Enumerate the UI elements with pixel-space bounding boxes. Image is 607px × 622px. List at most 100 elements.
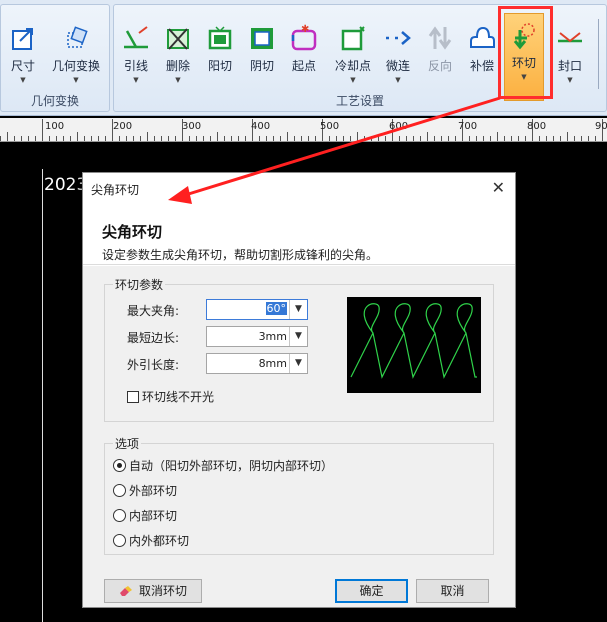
ruler-tick [371, 136, 372, 141]
ruler-tick [539, 136, 540, 141]
dialog-titlebar[interactable]: 尖角环切 ✕ [83, 173, 515, 203]
outer-cut-label: 阳切 [207, 59, 232, 73]
ruler-tick [273, 136, 274, 141]
ruler-tick [84, 136, 85, 141]
option-outer[interactable]: 外部环切 [113, 482, 177, 500]
options-group: 选项 自动（阳切外部环切，阴切内部环切） 外部环切 内部环切 内外都环切 [104, 435, 494, 555]
ruler-tick [7, 132, 8, 141]
delete-button[interactable]: 删除 ▼ [158, 17, 198, 89]
ruler-label: 900 [595, 121, 607, 132]
max-angle-combo[interactable]: 60° ▼ [206, 299, 308, 320]
min-edge-value: 3mm [258, 330, 287, 343]
close-icon[interactable]: ✕ [492, 178, 505, 197]
ruler-tick [203, 136, 204, 141]
ruler-tick [119, 136, 120, 141]
loop-params-legend: 环切参数 [113, 276, 166, 293]
ruler-label: 300 [182, 121, 202, 132]
ruler-tick [70, 136, 71, 141]
ruler-tick [427, 132, 428, 141]
ruler-tick [434, 136, 435, 141]
outer-cut-button[interactable]: 阳切 [200, 17, 240, 89]
ruler-tick [161, 136, 162, 141]
dialog-header: 尖角环切 设定参数生成尖角环切，帮助切割形成锋利的尖角。 [83, 203, 515, 265]
ruler-tick [280, 136, 281, 141]
radio-button[interactable] [113, 484, 126, 497]
min-edge-label: 最短边长: [127, 331, 180, 345]
option-both[interactable]: 内外都环切 [113, 532, 189, 550]
ruler-tick [56, 136, 57, 141]
lead-length-combo[interactable]: 8mm ▼ [206, 353, 308, 374]
no-laser-checkbox-row[interactable]: 环切线不开光 [127, 388, 214, 405]
radio-button[interactable] [113, 509, 126, 522]
lead-line-button[interactable]: 引线 ▼ [116, 17, 156, 89]
delete-icon [167, 28, 189, 50]
seal-label: 封口 [557, 59, 582, 73]
option-auto-label: 自动（阳切外部环切，阴切内部环切） [129, 459, 334, 473]
ruler-tick [357, 132, 358, 141]
ruler-label: 400 [251, 121, 271, 132]
option-inner[interactable]: 内部环切 [113, 507, 177, 525]
reverse-button[interactable]: 反向 [420, 17, 460, 89]
cooling-point-button[interactable]: 冷却点 ▼ [330, 17, 376, 89]
ruler-tick [553, 136, 554, 141]
start-point-button[interactable]: ✱ 起点 [284, 17, 324, 89]
min-edge-combo[interactable]: 3mm ▼ [206, 326, 308, 347]
max-angle-value: 60° [265, 302, 287, 315]
ruler-tick [378, 136, 379, 141]
seal-button[interactable]: 封口 ▼ [550, 17, 590, 89]
compensation-button[interactable]: 补偿 [462, 17, 502, 89]
ruler-tick [497, 132, 498, 141]
cancel-button[interactable]: 取消 [416, 579, 489, 603]
ruler-tick [126, 136, 127, 141]
ruler-tick [28, 136, 29, 141]
cancel-loop-button[interactable]: 取消环切 [104, 579, 202, 603]
ruler-tick [133, 136, 134, 141]
dialog-heading: 尖角环切 [102, 223, 163, 241]
ruler-tick [259, 136, 260, 141]
ruler-label: 800 [527, 121, 547, 132]
chevron-down-icon[interactable]: ▼ [289, 327, 307, 346]
no-laser-checkbox[interactable] [127, 391, 139, 403]
ruler-tick [301, 136, 302, 141]
ruler-tick [98, 136, 99, 141]
radio-button-selected[interactable] [113, 459, 126, 472]
transform-label: 几何变换 [51, 59, 100, 73]
ruler-tick [266, 136, 267, 141]
loop-cut-dialog: 尖角环切 ✕ 尖角环切 设定参数生成尖角环切，帮助切割形成锋利的尖角。 环切参数… [82, 172, 516, 608]
option-inner-label: 内部环切 [129, 509, 178, 523]
canvas-text-object[interactable]: 2023 [44, 175, 87, 195]
option-auto[interactable]: 自动（阳切外部环切，阴切内部环切） [113, 457, 333, 475]
resize-label: 尺寸 [10, 59, 35, 73]
resize-button[interactable]: 尺寸 ▼ [3, 17, 43, 89]
inner-cut-button[interactable]: 阴切 [242, 17, 282, 89]
ruler-tick [350, 136, 351, 141]
ruler-tick [175, 136, 176, 141]
loop-params-group: 环切参数 最大夹角: 60° ▼ 最短边长: 3mm ▼ 外引长度: 8mm ▼… [104, 276, 494, 422]
compensation-label: 补偿 [469, 59, 494, 73]
chevron-down-icon[interactable]: ▼ [289, 300, 307, 319]
ruler-tick [595, 136, 596, 141]
ruler-tick [196, 136, 197, 141]
chevron-down-icon[interactable]: ▼ [289, 354, 307, 373]
ruler-tick [385, 136, 386, 141]
lead-length-label: 外引长度: [127, 358, 180, 372]
ruler-tick [14, 136, 15, 141]
ruler-tick [308, 136, 309, 141]
micro-joint-button[interactable]: 微连 ▼ [378, 17, 418, 89]
ruler-tick [77, 132, 78, 141]
transform-button[interactable]: 几何变换 ▼ [49, 17, 103, 89]
ruler-tick [140, 136, 141, 141]
radio-button[interactable] [113, 534, 126, 547]
ruler-tick [406, 136, 407, 141]
chevron-down-icon: ▼ [73, 76, 79, 84]
loop-cut-preview-image [347, 297, 481, 393]
ruler-tick [469, 136, 470, 141]
ribbon-toolbar: 几何变换 尺寸 ▼ 几何变换 ▼ 工艺设置 引线 ▼ 删除 ▼ 阳切 阴切 ✱ … [0, 0, 607, 116]
ruler-tick [455, 136, 456, 141]
ruler-tick [217, 132, 218, 141]
ok-button[interactable]: 确定 [335, 579, 408, 603]
ruler-label: 100 [45, 121, 65, 132]
ruler-tick [231, 136, 232, 141]
dialog-title: 尖角环切 [91, 183, 140, 197]
ruler-tick [42, 119, 43, 141]
